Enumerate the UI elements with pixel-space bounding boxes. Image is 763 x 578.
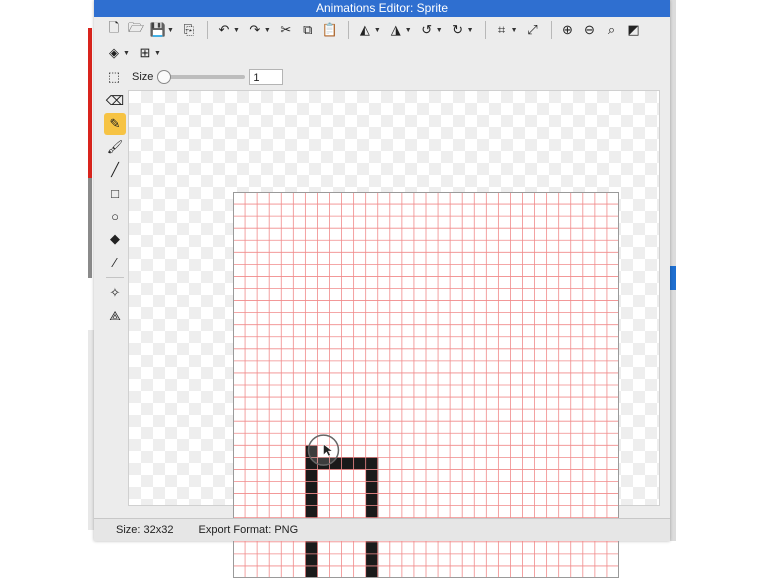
origin-point-icon[interactable]: ✧ [104, 282, 126, 304]
grid-icon[interactable]: ⊞ [135, 43, 155, 63]
line-icon[interactable]: ╱ [104, 159, 126, 181]
open-folder-icon[interactable]: 🗁 [126, 20, 146, 40]
background-window-edge [88, 178, 92, 278]
toolbar-separator [206, 21, 208, 39]
brush-settings-bar: ⬚ Size 1 [104, 66, 284, 88]
brush-size-slider-knob[interactable] [157, 70, 172, 84]
chevron-down-icon[interactable]: ▼ [154, 50, 161, 57]
toolbar-separator [347, 21, 349, 39]
chevron-down-icon[interactable]: ▼ [467, 27, 474, 34]
background-toggle-icon[interactable]: ◩ [624, 20, 644, 40]
sprite-pixel [365, 469, 379, 482]
cut-icon[interactable]: ✂ [276, 20, 296, 40]
sprite-pixel [365, 505, 379, 519]
polygon-points-icon[interactable]: ⟁ [104, 305, 126, 327]
status-bar: Size: 32x32 Export Format: PNG [94, 518, 670, 541]
chevron-down-icon[interactable]: ▼ [233, 27, 240, 34]
new-file-icon[interactable]: 🗋 [104, 20, 124, 40]
chevron-down-icon[interactable]: ▼ [405, 27, 412, 34]
rotate-right-icon[interactable]: ↻ [448, 20, 468, 40]
sprite-pixel [341, 457, 355, 470]
tool-separator [106, 277, 124, 278]
brush-icon[interactable]: 🖌 [104, 136, 126, 158]
layers-icon[interactable]: ◈ [104, 43, 124, 63]
rotate-left-icon[interactable]: ↺ [417, 20, 437, 40]
chevron-down-icon[interactable]: ▼ [511, 27, 518, 34]
eraser-icon[interactable]: ⌫ [104, 90, 126, 112]
secondary-toolbar: ◈ ▼ ⊞ ▼ [104, 42, 166, 64]
crop-icon[interactable]: ⌗ [492, 20, 512, 40]
selection-marquee-icon[interactable]: ⬚ [104, 67, 124, 87]
undo-icon[interactable]: ↶ [214, 20, 234, 40]
chevron-down-icon[interactable]: ▼ [436, 27, 443, 34]
status-export-format: Export Format: PNG [198, 524, 299, 536]
background-window-accent [670, 266, 676, 290]
flip-horizontal-icon[interactable]: ◭ [355, 20, 375, 40]
sprite-pixel [305, 565, 318, 578]
save-icon[interactable]: 💾 [148, 20, 168, 40]
sprite-pixel [365, 457, 379, 470]
sprite-pixel [365, 493, 379, 507]
brush-size-slider[interactable] [157, 70, 246, 84]
chevron-down-icon[interactable]: ▼ [264, 27, 271, 34]
brush-size-label: Size [132, 71, 154, 83]
chevron-down-icon[interactable]: ▼ [123, 50, 130, 57]
toolbar-separator [484, 21, 486, 39]
canvas-area[interactable] [128, 90, 660, 578]
ellipse-icon[interactable]: ○ [104, 205, 126, 227]
zoom-out-icon[interactable]: ⊖ [580, 20, 600, 40]
sprite-pixel [305, 505, 318, 519]
pencil-icon[interactable]: ✎ [104, 113, 126, 135]
sprite-pixel [305, 553, 318, 567]
zoom-fit-icon[interactable]: ⌕ [602, 20, 622, 40]
paste-icon[interactable]: 📋 [320, 20, 340, 40]
sprite-pixel [365, 541, 379, 555]
background-window-edge [88, 28, 92, 178]
sprite-pixel [305, 541, 318, 555]
chevron-down-icon[interactable]: ▼ [374, 27, 381, 34]
status-size: Size: 32x32 [116, 524, 174, 536]
zoom-in-icon[interactable]: ⊕ [558, 20, 578, 40]
flip-vertical-icon[interactable]: ◮ [386, 20, 406, 40]
resize-icon[interactable]: ⤢ [523, 20, 543, 40]
animations-editor-window: Animations Editor: Sprite 🗋 🗁 💾 ▼ ⎘ ↶ ▼ ↷ ▼ ✂ ⧉ 📋 ◭ ▼… [94, 0, 670, 578]
toolbar-separator [550, 21, 552, 39]
sprite-pixel [365, 553, 379, 567]
sprite-pixel [365, 565, 379, 578]
main-toolbar: 🗋 🗁 💾 ▼ ⎘ ↶ ▼ ↷ ▼ ✂ ⧉ 📋 ◭ ▼ ◮ ▼ ↺ ▼ ↻ ▼ ⌗ ▼ ⤢ ⊕ ⊖ ⌕ ◩ [104, 19, 646, 41]
drawing-tools-panel: ⌫ ✎ 🖌 ╱ □ ○ ◆ ⁄ ✧ ⟁ [104, 90, 126, 328]
import-icon[interactable]: ⎘ [179, 20, 199, 40]
sprite-pixel [305, 469, 318, 482]
rectangle-icon[interactable]: □ [104, 182, 126, 204]
sprite-pixel [365, 481, 379, 495]
sprite-pixel [305, 493, 318, 507]
brush-size-input[interactable]: 1 [249, 69, 284, 85]
window-title: Animations Editor: Sprite [94, 0, 670, 17]
fill-bucket-icon[interactable]: ◆ [104, 228, 126, 250]
redo-icon[interactable]: ↷ [245, 20, 265, 40]
chevron-down-icon[interactable]: ▼ [167, 27, 174, 34]
sprite-pixel [353, 457, 367, 470]
copy-icon[interactable]: ⧉ [298, 20, 318, 40]
sprite-pixel [305, 481, 318, 495]
eyedropper-icon[interactable]: ⁄ [104, 251, 126, 273]
